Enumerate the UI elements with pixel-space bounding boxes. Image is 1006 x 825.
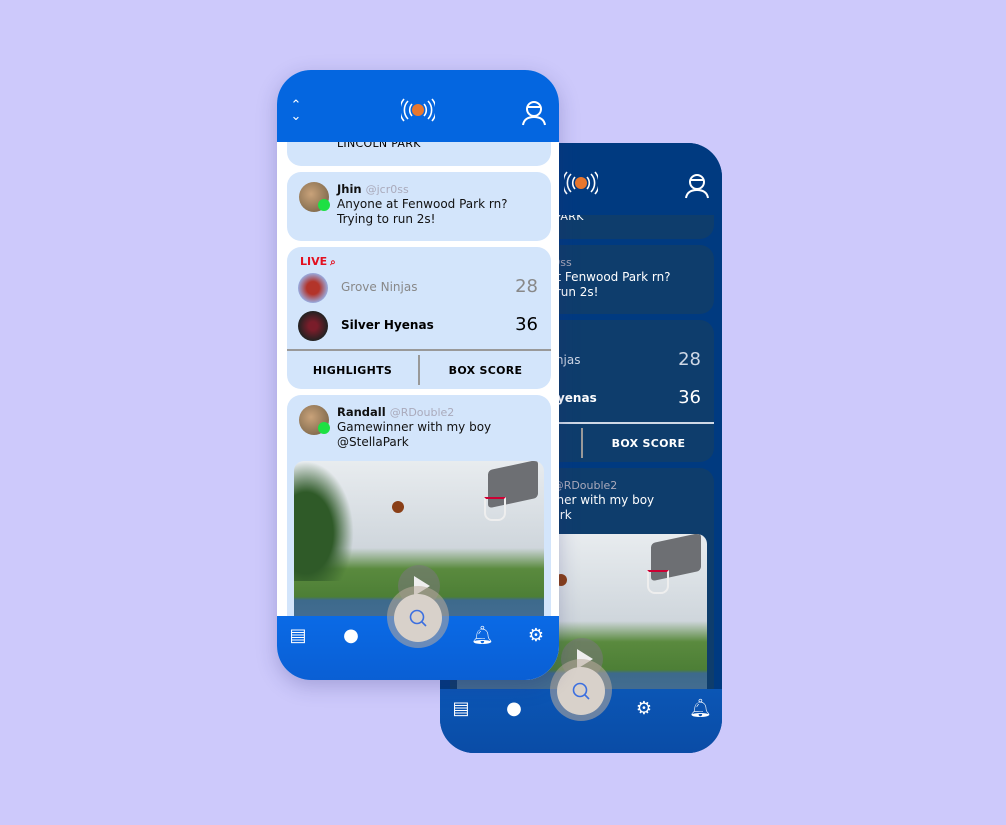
team-logo — [298, 311, 328, 341]
online-indicator — [318, 422, 330, 434]
bottom-nav: ▤ ● 🔔︎ ⚙ — [277, 586, 559, 680]
team-icon[interactable]: ● — [504, 699, 524, 719]
team-score: 28 — [678, 349, 701, 370]
notifications-icon[interactable]: 🔔︎ — [689, 699, 712, 719]
bottom-nav: ▤ ● 🔔︎ ⚙ — [440, 659, 722, 753]
basketball — [392, 501, 404, 513]
box-score-button[interactable]: BOX SCORE — [583, 437, 714, 450]
feed: LINCOLN PARK Jhin@jcr0ss Anyone at Fenwo… — [287, 120, 551, 641]
hoop-net — [647, 570, 669, 594]
chevron-up-down-icon[interactable]: ⌃⌄ — [289, 99, 303, 123]
team-name: Silver Hyenas — [341, 318, 434, 332]
hoop-icon[interactable]: ▤ — [451, 699, 471, 719]
box-score-button[interactable]: BOX SCORE — [420, 364, 551, 377]
post-author[interactable]: Randall — [337, 405, 386, 419]
game-actions: HIGHLIGHTS BOX SCORE — [287, 349, 551, 389]
team-row[interactable]: Silver Hyenas 36 — [298, 311, 538, 341]
post-text: Gamewinner with my boy @StellaPark — [337, 420, 492, 449]
search-button[interactable] — [557, 667, 605, 715]
post-text: Anyone at Fenwood Park rn? Trying to run… — [337, 197, 508, 226]
basketball-broadcast-logo[interactable] — [401, 96, 435, 124]
phone-light: ⌃ ⌄ LINCOLN PARK Jhin @jcr0ss Anyone at Fe… — [277, 70, 559, 680]
live-game-card[interactable]: LIVE⌕ Grove Ninjas 28 Silver Hyenas 36 HIG… — [287, 247, 551, 389]
search-button[interactable] — [394, 594, 442, 642]
team-score: 28 — [515, 276, 538, 297]
team-icon[interactable]: ● — [341, 626, 361, 646]
player-avatar-icon[interactable] — [521, 98, 547, 126]
search-icon — [409, 609, 427, 627]
team-name: Grove Ninjas — [341, 280, 418, 294]
hoop-net — [484, 497, 506, 521]
post-card[interactable]: Jhin @jcr0ss Anyone at Fenwood Park rn? T… — [287, 172, 551, 241]
app-header: ⌃⌄ — [277, 70, 559, 142]
settings-icon[interactable]: ⚙ — [526, 626, 546, 646]
live-label: LIVE — [300, 255, 328, 268]
post-author[interactable]: Jhin — [337, 182, 362, 196]
notifications-icon[interactable]: 🔔︎ — [471, 626, 494, 646]
post-handle[interactable]: @RDouble2 — [553, 479, 618, 492]
search-icon — [572, 682, 590, 700]
team-row[interactable]: Grove Ninjas 28 — [298, 273, 538, 303]
basketball-broadcast-logo[interactable] — [564, 169, 598, 197]
player-avatar-icon[interactable] — [684, 171, 710, 199]
team-logo — [298, 273, 328, 303]
settings-icon[interactable]: ⚙ — [634, 699, 654, 719]
team-score: 36 — [515, 314, 538, 335]
team-score: 36 — [678, 387, 701, 408]
post-handle[interactable]: @RDouble2 — [390, 406, 455, 419]
post-handle[interactable]: @jcr0ss — [366, 183, 409, 196]
live-badge: LIVE⌕ — [300, 255, 336, 268]
broadcast-icon: ⌕ — [330, 257, 336, 268]
highlights-button[interactable]: HIGHLIGHTS — [287, 364, 418, 377]
online-indicator — [318, 199, 330, 211]
hoop-icon[interactable]: ▤ — [288, 626, 308, 646]
tree — [294, 461, 354, 581]
